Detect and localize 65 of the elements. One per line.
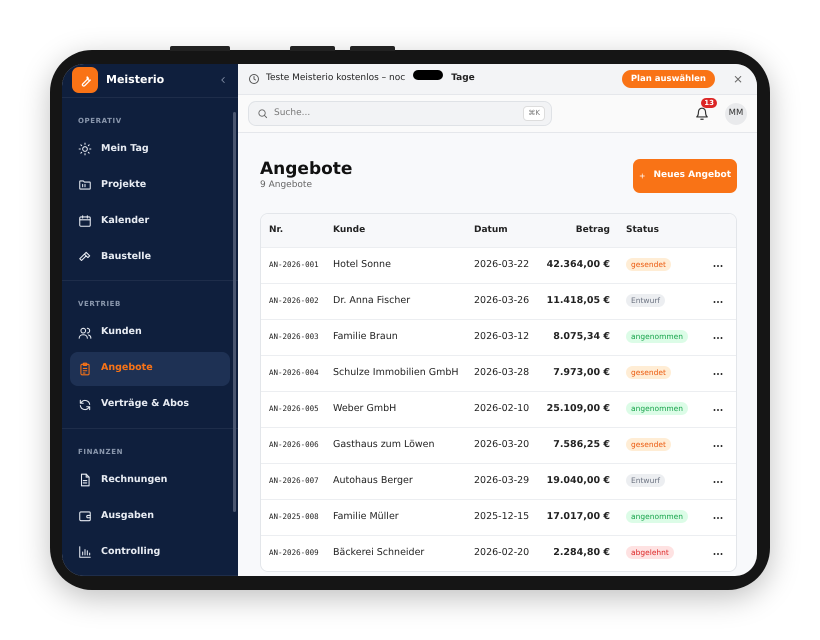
wrench-logo-icon [72,67,98,94]
calendar-icon [78,214,92,228]
offer-date: 2026-03-22 [474,259,530,270]
sun-icon [78,142,92,156]
customer-name: Gasthaus zum Löwen [333,439,435,450]
nav-item[interactable]: Kunden [70,316,230,350]
search-icon [257,108,268,119]
offer-date: 2026-03-20 [474,439,530,450]
nav-item[interactable]: Projekte [70,168,230,202]
customer-name: Familie Müller [333,511,399,522]
customer-name: Autohaus Berger [333,475,413,486]
customer-name: Dr. Anna Fischer [333,295,410,306]
offer-amount: 11.418,05 € [546,295,610,306]
offer-date: 2025-12-15 [474,511,530,522]
nav-item[interactable]: Controlling [70,535,230,569]
offer-amount: 8.075,34 € [553,331,610,342]
offer-amount: 7.586,25 € [553,439,610,450]
nav-item[interactable]: Rechnungen [70,463,230,497]
offer-amount: 19.040,00 € [546,475,610,486]
nav-item[interactable]: Baustelle [70,240,230,274]
offer-date: 2026-03-28 [474,367,530,378]
nav-item[interactable]: Kalender [70,204,230,238]
offer-amount: 25.109,00 € [546,403,610,414]
customer-name: Hotel Sonne [333,259,391,270]
column-header: Nr. [269,224,284,235]
document-icon [78,473,92,487]
users-icon [78,326,92,340]
brand-name: Meisterio [106,72,164,88]
customer-name: Schulze Immobilien GmbH [333,367,459,378]
trial-banner-text: Teste Meisterio kostenlos – noc [266,72,406,86]
nav-item[interactable]: Angebote [70,352,230,386]
column-header: Betrag [576,224,610,235]
page-title: Angebote [260,159,352,180]
offer-date: 2026-03-26 [474,295,530,306]
clock-icon [248,73,260,85]
offer-count: 9 Angebote [260,179,313,192]
refresh-icon [78,398,92,412]
folder-icon [78,178,92,192]
offer-date: 2026-03-12 [474,331,530,342]
offer-amount: 42.364,00 € [546,259,610,270]
nav-item[interactable]: Ausgaben [70,499,230,533]
column-header: Status [626,224,659,235]
customer-name: Weber GmbH [333,403,396,414]
user-avatar[interactable]: MM [725,102,747,124]
bar-chart-icon [78,545,92,559]
column-header: Datum [474,224,508,235]
customer-name: Bäckerei Schneider [333,547,424,558]
trial-days-text: Tage [451,72,475,86]
nav-item[interactable]: Mein Tag [70,132,230,166]
offer-date: 2026-03-29 [474,475,530,486]
offer-amount: 17.017,00 € [546,511,610,522]
hammer-icon [78,250,92,264]
clipboard-icon [78,362,92,376]
offer-date: 2026-02-10 [474,403,530,414]
plus-icon [639,171,646,181]
search-field[interactable]: Suche... [274,106,518,120]
camera-notch [413,70,444,80]
offer-amount: 2.284,80 € [553,547,610,558]
nav-item[interactable]: Verträge & Abos [70,388,230,422]
column-header: Kunde [333,224,366,235]
offer-date: 2026-02-20 [474,547,530,558]
wallet-icon [78,509,92,523]
close-button[interactable]: × [728,73,747,85]
customer-name: Familie Braun [333,331,398,342]
offer-amount: 7.973,00 € [553,367,610,378]
